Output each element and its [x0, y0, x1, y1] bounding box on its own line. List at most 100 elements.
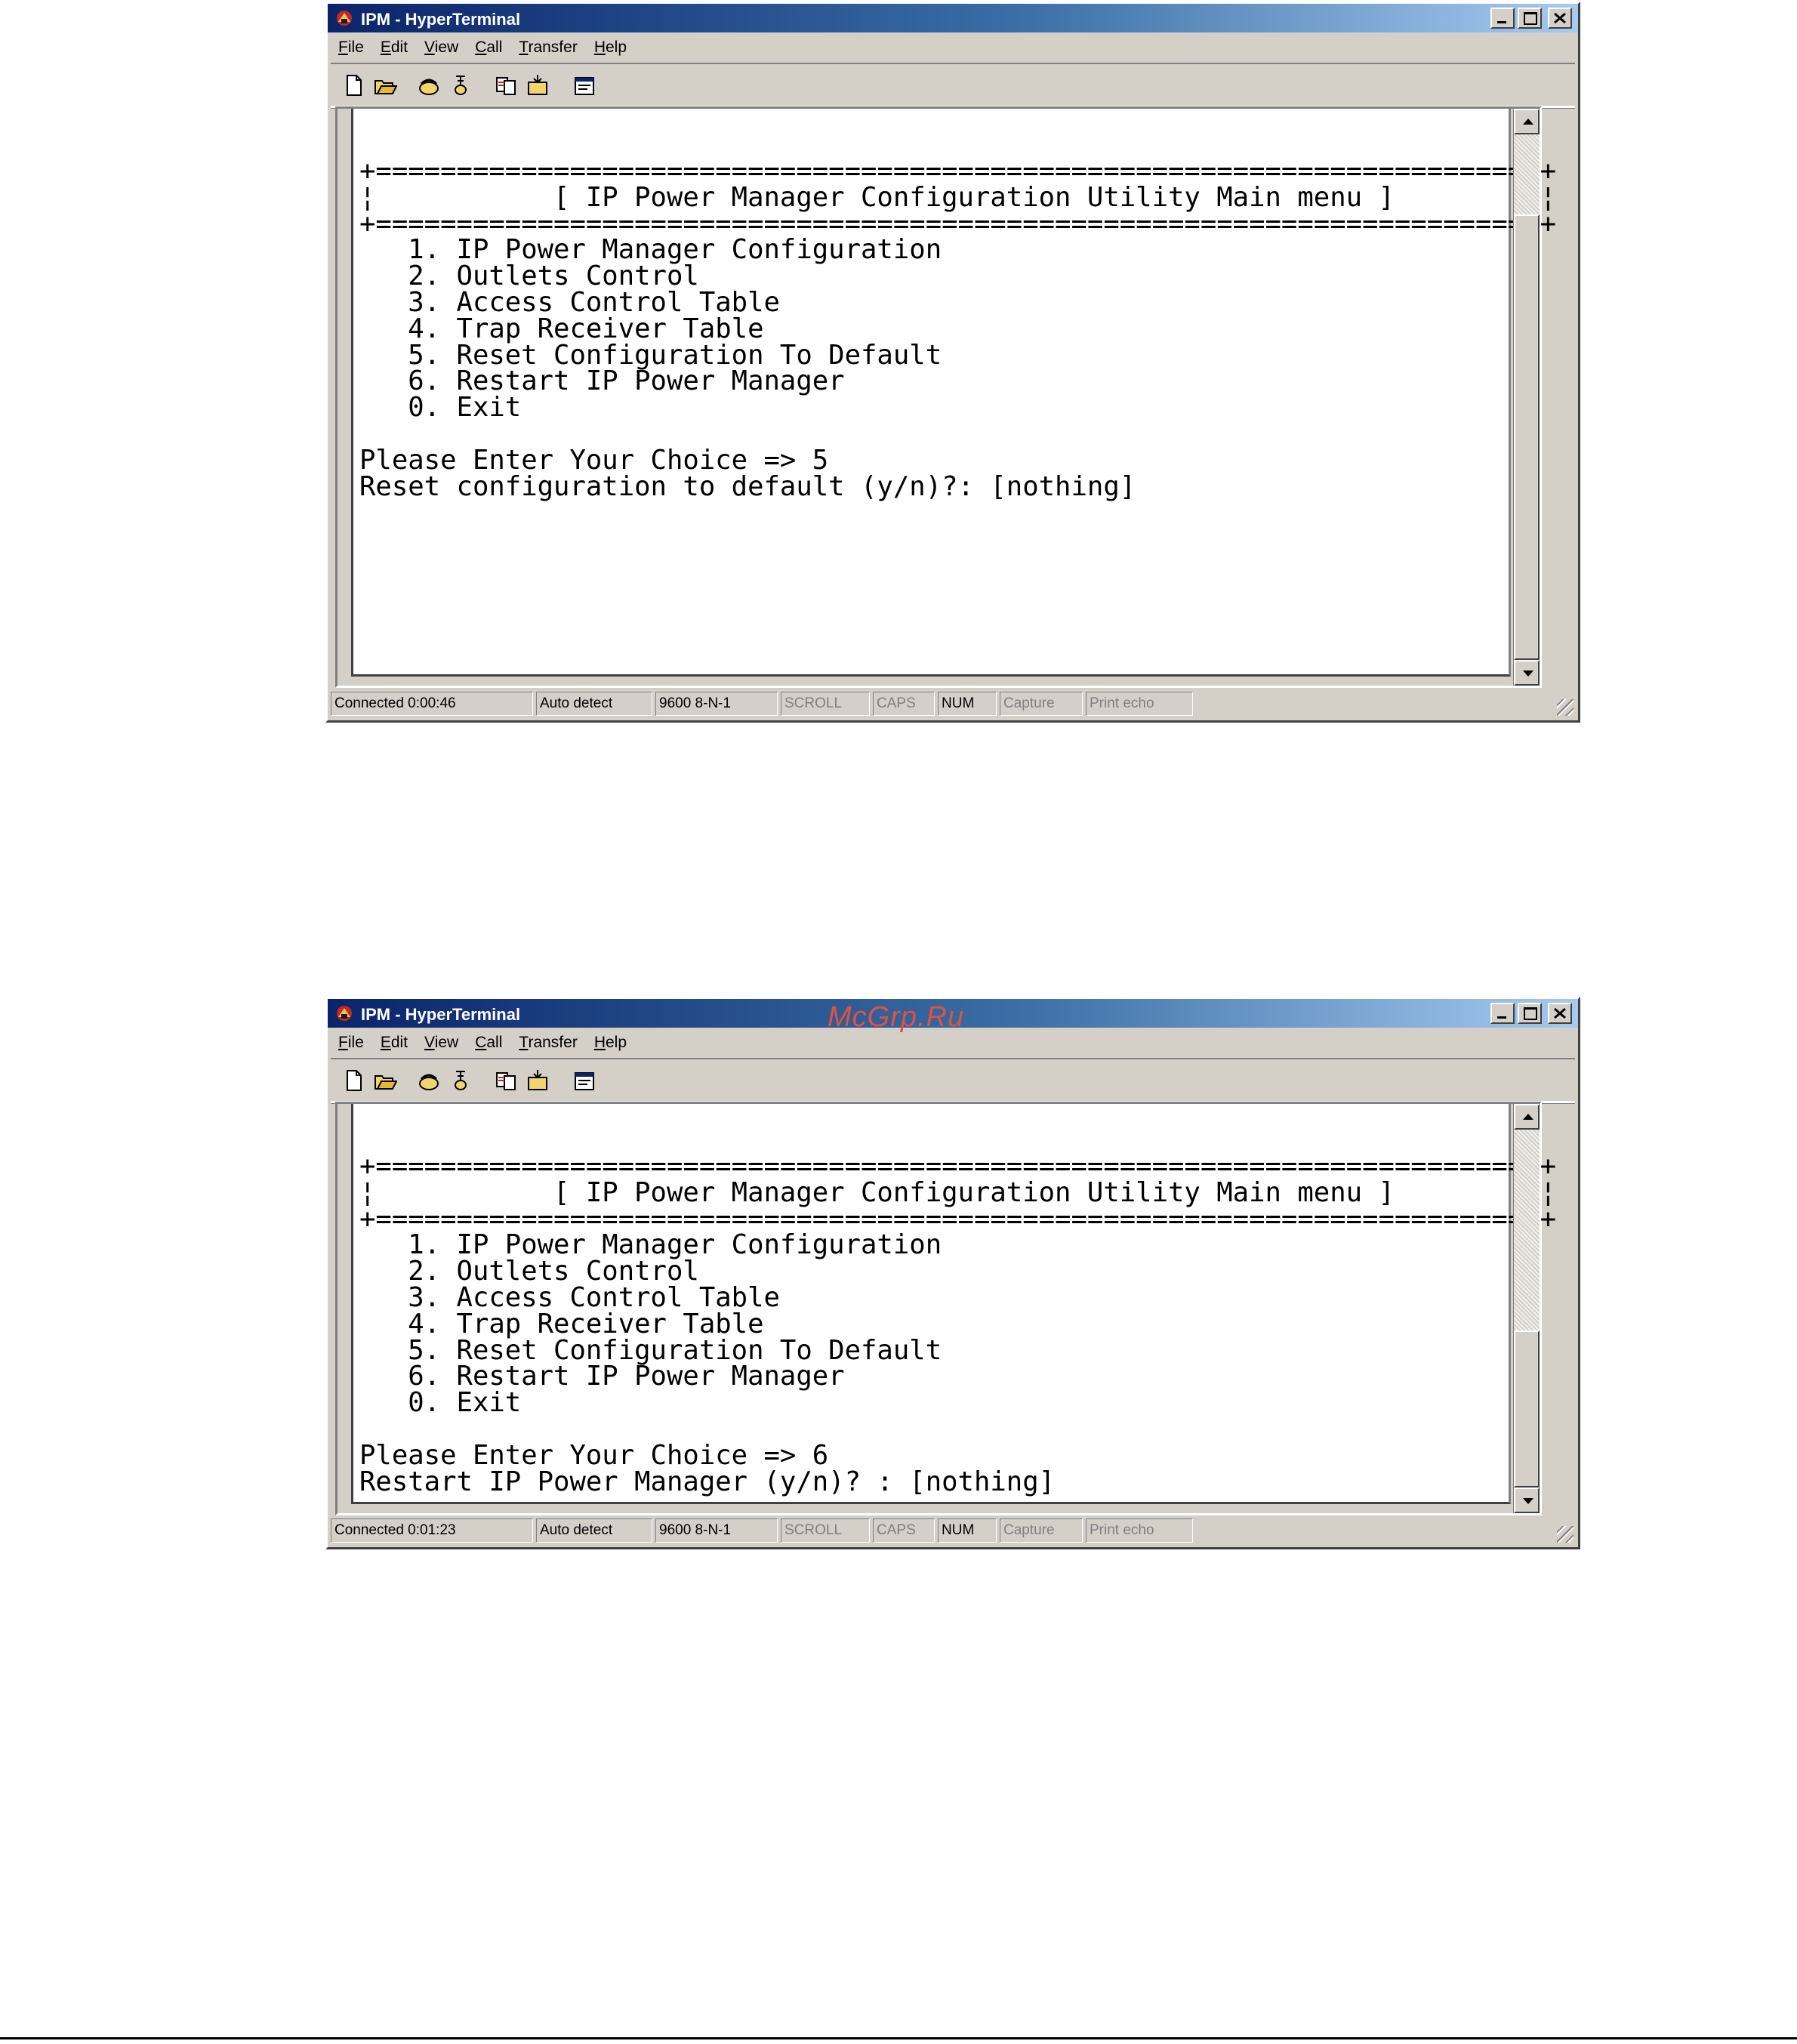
menu-edit[interactable]: Edit: [381, 39, 408, 57]
menu-bar: File Edit View Call Transfer Help: [328, 34, 1578, 61]
status-detect: Auto detect: [536, 1518, 652, 1543]
menu-transfer[interactable]: Transfer: [519, 39, 577, 57]
connect-icon: [419, 79, 439, 95]
menu-view[interactable]: View: [424, 1034, 458, 1052]
vertical-scrollbar[interactable]: [1513, 109, 1540, 686]
menu-help[interactable]: Help: [594, 1034, 627, 1052]
arrow-up-icon: [1523, 1114, 1533, 1120]
properties-button[interactable]: [569, 1065, 600, 1096]
hyperterminal-app-icon[interactable]: [334, 8, 355, 28]
window-title: IPM - HyperTerminal: [361, 10, 521, 29]
status-port: 9600 8-N-1: [655, 692, 778, 716]
hyperterminal-app-icon[interactable]: [334, 1004, 355, 1023]
new-button[interactable]: [338, 70, 368, 100]
scroll-up-button[interactable]: [1514, 109, 1540, 134]
scroll-down-button[interactable]: [1514, 1488, 1540, 1513]
new-button[interactable]: [338, 1065, 368, 1096]
close-button[interactable]: [1548, 1003, 1572, 1024]
resize-grip[interactable]: [1557, 1526, 1574, 1543]
maximize-button[interactable]: [1518, 1003, 1542, 1024]
disconnect-icon: [455, 76, 467, 95]
arrow-up-icon: [1523, 119, 1533, 125]
maximize-button[interactable]: [1518, 8, 1542, 29]
menu-view[interactable]: View: [424, 39, 458, 57]
menu-file[interactable]: File: [338, 1034, 364, 1052]
receive-button[interactable]: [522, 1065, 553, 1096]
arrow-down-icon: [1523, 1498, 1533, 1504]
minimize-button[interactable]: [1490, 8, 1515, 29]
properties-icon: [575, 77, 594, 95]
close-icon: [1554, 1008, 1566, 1019]
maximize-icon: [1524, 12, 1537, 25]
menu-call[interactable]: Call: [475, 1034, 502, 1052]
minimize-icon: [1497, 21, 1506, 23]
terminal-output: +=======================================…: [359, 1151, 1557, 1497]
properties-button[interactable]: [569, 70, 600, 100]
hyperterminal-window-1: IPM - HyperTerminal File Edit View Call …: [325, 2, 1580, 723]
terminal-client-area: +=======================================…: [335, 1102, 1556, 1515]
resize-grip[interactable]: [1557, 699, 1574, 716]
terminal-screen[interactable]: +=======================================…: [351, 1104, 1556, 1504]
close-button[interactable]: [1548, 8, 1572, 29]
send-button[interactable]: [491, 1065, 521, 1096]
status-bar: Connected 0:00:46 Auto detect 9600 8-N-1…: [331, 690, 1575, 717]
close-icon: [1554, 13, 1566, 23]
vertical-scrollbar[interactable]: [1513, 1104, 1540, 1513]
hyperterminal-window-2: IPM - HyperTerminal File Edit View Call …: [325, 997, 1580, 1549]
receive-button[interactable]: [522, 70, 553, 100]
status-num: NUM: [938, 1518, 997, 1543]
menu-edit[interactable]: Edit: [381, 1034, 408, 1052]
arrow-down-icon: [1523, 671, 1533, 677]
disconnect-button[interactable]: [445, 1065, 476, 1096]
status-connected: Connected 0:00:46: [331, 692, 533, 716]
status-print-echo: Print echo: [1086, 1518, 1193, 1543]
scroll-thumb[interactable]: [1514, 1330, 1540, 1488]
status-connected: Connected 0:01:23: [331, 1518, 533, 1543]
status-scroll: SCROLL: [781, 1518, 870, 1543]
disconnect-button[interactable]: [445, 70, 476, 100]
minimize-button[interactable]: [1490, 1003, 1515, 1024]
status-num: NUM: [938, 692, 997, 716]
scroll-thumb[interactable]: [1514, 214, 1540, 660]
new-icon: [347, 75, 362, 96]
status-capture: Capture: [1000, 1518, 1083, 1543]
status-port: 9600 8-N-1: [655, 1518, 778, 1543]
toolbar: [331, 1058, 1575, 1103]
open-icon: [375, 1075, 397, 1090]
status-bar: Connected 0:01:23 Auto detect 9600 8-N-1…: [331, 1517, 1575, 1544]
send-icon: [496, 1072, 516, 1090]
connect-icon: [419, 1074, 439, 1090]
status-capture: Capture: [1000, 692, 1083, 716]
window-title: IPM - HyperTerminal: [361, 1005, 521, 1024]
menu-help[interactable]: Help: [594, 39, 627, 57]
receive-icon: [528, 75, 547, 95]
open-button[interactable]: [370, 1065, 400, 1096]
status-caps: CAPS: [873, 1518, 935, 1543]
connect-button[interactable]: [414, 1065, 444, 1096]
terminal-output: +=======================================…: [359, 156, 1557, 502]
status-print-echo: Print echo: [1086, 692, 1193, 716]
send-icon: [496, 77, 516, 95]
maximize-icon: [1524, 1007, 1537, 1020]
menu-transfer[interactable]: Transfer: [519, 1034, 577, 1052]
terminal-client-area: +=======================================…: [335, 106, 1556, 688]
open-icon: [375, 80, 397, 94]
page-bottom-rule: [0, 2037, 1797, 2039]
status-scroll: SCROLL: [781, 692, 870, 716]
disconnect-icon: [455, 1071, 467, 1090]
new-icon: [347, 1070, 362, 1091]
menu-call[interactable]: Call: [475, 39, 502, 57]
connect-button[interactable]: [414, 70, 444, 100]
menu-file[interactable]: File: [338, 39, 364, 57]
terminal-screen[interactable]: +=======================================…: [351, 109, 1556, 677]
send-button[interactable]: [491, 70, 521, 100]
status-caps: CAPS: [873, 692, 935, 716]
open-button[interactable]: [370, 70, 400, 100]
minimize-icon: [1497, 1016, 1506, 1019]
scroll-down-button[interactable]: [1514, 660, 1540, 686]
title-bar[interactable]: IPM - HyperTerminal: [328, 4, 1578, 32]
toolbar: [331, 63, 1575, 108]
receive-icon: [528, 1070, 547, 1090]
scroll-up-button[interactable]: [1514, 1104, 1540, 1130]
properties-icon: [575, 1072, 594, 1090]
